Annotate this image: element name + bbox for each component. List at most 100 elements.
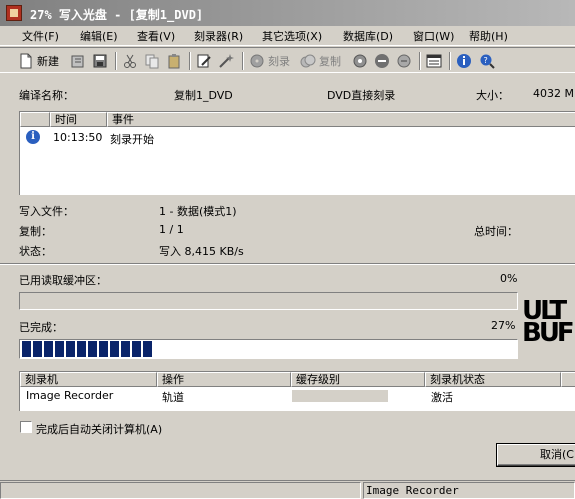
recorder-column-operation[interactable]: 操作 [157,372,291,387]
event-log-header: 时间 事件 [20,112,575,127]
eject-icon [374,53,390,69]
help-button[interactable]: ? [479,52,495,70]
event-log[interactable]: 时间 事件 i 10:13:50 刻录开始 [19,111,575,195]
paste-button[interactable] [166,52,182,70]
copies-value: 1 / 1 [159,223,184,236]
progress-segment [55,341,64,357]
recorder-table[interactable]: 刻录机 操作 缓存级别 刻录机状态 Image Recorder 轨道 激活 [19,371,575,411]
buffer-label: 已用读取缓冲区： [19,274,107,287]
menu-file[interactable]: 文件(F) [20,28,61,44]
recorder-column-recorder[interactable]: 刻录机 [20,372,157,387]
progress-segment [22,341,31,357]
progress-segment [33,341,42,357]
status-pane-main [0,482,361,499]
event-text: 刻录开始 [110,133,154,146]
compile-name-label: 编译名称： [19,89,74,102]
help-search-icon: ? [479,53,495,69]
open-icon [70,53,86,69]
drive-icon [396,53,412,69]
new-button[interactable]: 新建 [18,52,59,70]
status-bar: Image Recorder [0,480,575,499]
burn-button-label: 刻录 [268,55,290,68]
recorder-table-header: 刻录机 操作 缓存级别 刻录机状态 [20,372,575,387]
buffer-percent: 0% [500,272,518,285]
list-window-icon [426,53,442,69]
event-log-column-event[interactable]: 事件 [107,112,575,127]
menu-recorder[interactable]: 刻录器(R) [192,28,245,44]
title-bar: 27% 写入光盘 - [复制1_DVD] [0,0,575,26]
about-button[interactable] [456,52,472,70]
eject-button[interactable] [374,52,390,70]
recorder-column-extra[interactable] [561,372,575,387]
recorder-name: Image Recorder [26,389,114,402]
disc-info-icon [352,53,368,69]
copy-disc-icon [300,53,316,69]
progress-segment [121,341,130,357]
disc-info-button[interactable] [352,52,368,70]
burn-disc-icon [249,53,265,69]
logo-line-2: BUF [522,318,575,348]
cut-button[interactable] [122,52,138,70]
copy-button[interactable] [144,52,160,70]
paste-icon [166,53,182,69]
recorder-buffer-level [292,390,388,402]
window-title: 27% 写入光盘 - [复制1_DVD] [30,8,204,22]
edit-document-icon [196,53,212,69]
properties-button[interactable] [196,52,212,70]
wizard-button[interactable] [218,52,234,70]
new-document-icon [18,53,34,69]
compile-name-value: 复制1_DVD [174,89,233,102]
recorder-state: 激活 [431,391,453,404]
event-log-column-time[interactable]: 时间 [50,112,107,127]
menu-edit[interactable]: 编辑(E) [78,28,120,44]
status-label: 状态： [19,245,52,258]
progress-segment [132,341,141,357]
menu-database[interactable]: 数据库(D) [341,28,395,44]
progress-segment [143,341,152,357]
menu-extras[interactable]: 其它选项(X) [260,28,324,44]
auto-shutdown-checkbox[interactable] [20,421,32,433]
progress-fill [22,341,515,357]
section-divider [0,263,575,265]
scissors-icon [122,53,138,69]
progress-label: 已完成： [19,321,63,334]
auto-shutdown-label: 完成后自动关闭计算机(A) [36,423,163,436]
svg-text:?: ? [484,56,488,65]
progress-segment [66,341,75,357]
app-icon [6,5,22,21]
menu-help[interactable]: 帮助(H) [467,28,510,44]
event-log-icon-column[interactable] [20,112,50,127]
progress-segment [77,341,86,357]
progress-segment [99,341,108,357]
log-view-button[interactable] [426,52,442,70]
copies-label: 复制： [19,225,52,238]
menu-window[interactable]: 窗口(W) [411,28,456,44]
copy-disc-button-label: 复制 [319,55,341,68]
copy-disc-button[interactable]: 复制 [300,52,341,70]
open-button[interactable] [70,52,86,70]
recorder-column-buffer[interactable]: 缓存级别 [291,372,425,387]
write-file-value: 1 - 数据(模式1) [159,205,237,218]
write-file-label: 写入文件： [19,205,74,218]
cancel-button[interactable]: 取消(C) [497,444,575,466]
info-icon [456,53,472,69]
burn-button[interactable]: 刻录 [249,52,290,70]
size-value: 4032 MB [533,87,575,100]
menu-view[interactable]: 查看(V) [135,28,177,44]
progress-segment [110,341,119,357]
ultra-buffer-logo: ULT BUF [522,298,575,346]
event-log-row[interactable]: i 10:13:50 刻录开始 [20,130,575,146]
progress-segment [44,341,53,357]
buffer-bar [19,292,518,310]
recorder-column-state[interactable]: 刻录机状态 [425,372,561,387]
wand-icon [218,53,234,69]
size-label: 大小： [476,89,509,102]
save-button[interactable] [92,52,108,70]
info-icon: i [26,130,40,144]
status-pane-recorder: Image Recorder [363,482,575,499]
menu-bar: 文件(F) 编辑(E) 查看(V) 刻录器(R) 其它选项(X) 数据库(D) … [0,26,575,46]
status-value: 写入 8,415 KB/s [159,245,244,258]
new-button-label: 新建 [37,55,59,68]
progress-segment [88,341,97,357]
drive-button[interactable] [396,52,412,70]
